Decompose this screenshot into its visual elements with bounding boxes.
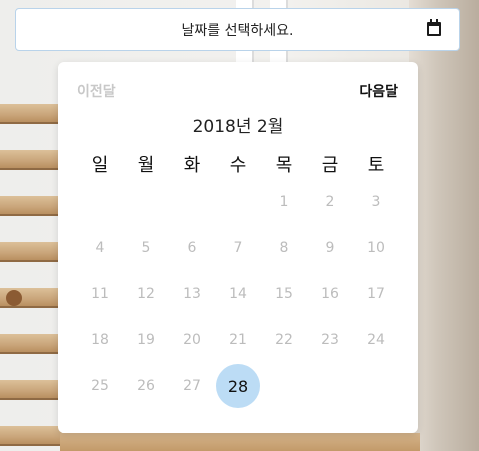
day-cell[interactable]: 20 bbox=[169, 317, 215, 363]
day-cell[interactable]: 17 bbox=[353, 271, 399, 317]
day-cell[interactable]: 12 bbox=[123, 271, 169, 317]
next-month-button[interactable]: 다음달 bbox=[359, 81, 398, 101]
day-number: 6 bbox=[187, 240, 197, 256]
day-cell[interactable]: 11 bbox=[77, 271, 123, 317]
weekday-label: 일 bbox=[91, 155, 109, 176]
day-number: 17 bbox=[367, 286, 385, 302]
day-cell[interactable]: 25 bbox=[77, 363, 123, 409]
day-number: 14 bbox=[229, 286, 247, 302]
day-cell[interactable]: 27 bbox=[169, 363, 215, 409]
day-cell[interactable]: 5 bbox=[123, 225, 169, 271]
day-number: 5 bbox=[141, 240, 151, 256]
day-number: 19 bbox=[137, 332, 155, 348]
day-number: 25 bbox=[91, 378, 109, 394]
day-cell[interactable]: 4 bbox=[77, 225, 123, 271]
calendar-popup: 이전달 다음달 2018년 2월 일월화수목금토 1 2 3 4 5 6 7 8 9 10 11 12… bbox=[58, 62, 418, 433]
day-number: 18 bbox=[91, 332, 109, 348]
weekday-header: 일월화수목금토 bbox=[77, 151, 399, 176]
day-number: 23 bbox=[321, 332, 339, 348]
day-cell-empty bbox=[123, 179, 169, 225]
day-number: 16 bbox=[321, 286, 339, 302]
day-cell[interactable]: 21 bbox=[215, 317, 261, 363]
date-input[interactable]: 날짜를 선택하세요. bbox=[15, 8, 460, 51]
day-cell[interactable]: 15 bbox=[261, 271, 307, 317]
day-number: 13 bbox=[183, 286, 201, 302]
day-number: 20 bbox=[183, 332, 201, 348]
weekday-label: 월 bbox=[137, 155, 155, 176]
day-number: 9 bbox=[325, 240, 335, 256]
day-number: 1 bbox=[279, 194, 289, 210]
day-number: 21 bbox=[229, 332, 247, 348]
day-number: 3 bbox=[371, 194, 381, 210]
day-number: 2 bbox=[325, 194, 335, 210]
day-cell-selected[interactable]: 28 bbox=[215, 363, 261, 409]
day-cell-empty bbox=[77, 179, 123, 225]
day-cell[interactable]: 14 bbox=[215, 271, 261, 317]
day-number: 10 bbox=[367, 240, 385, 256]
day-cell[interactable]: 13 bbox=[169, 271, 215, 317]
day-cell[interactable]: 2 bbox=[307, 179, 353, 225]
date-input-placeholder: 날짜를 선택하세요. bbox=[181, 22, 294, 39]
weekday-label: 수 bbox=[229, 155, 247, 176]
day-number: 26 bbox=[137, 378, 155, 394]
day-cell[interactable]: 7 bbox=[215, 225, 261, 271]
day-number: 7 bbox=[233, 240, 243, 256]
day-grid: 1 2 3 4 5 6 7 8 9 10 11 12 13 14 15 16 17 18 19 20 21 22 23 24 2… bbox=[77, 179, 399, 409]
day-cell-empty bbox=[215, 179, 261, 225]
day-cell[interactable]: 19 bbox=[123, 317, 169, 363]
day-number: 27 bbox=[183, 378, 201, 394]
weekday-label: 토 bbox=[367, 155, 385, 176]
day-number: 22 bbox=[275, 332, 293, 348]
day-cell[interactable]: 6 bbox=[169, 225, 215, 271]
day-number: 24 bbox=[367, 332, 385, 348]
calendar-icon[interactable] bbox=[427, 19, 441, 36]
day-cell[interactable]: 23 bbox=[307, 317, 353, 363]
day-cell[interactable]: 24 bbox=[353, 317, 399, 363]
weekday-label: 목 bbox=[275, 155, 293, 176]
day-number: 8 bbox=[279, 240, 289, 256]
day-number: 4 bbox=[95, 240, 105, 256]
day-cell[interactable]: 10 bbox=[353, 225, 399, 271]
day-cell[interactable]: 16 bbox=[307, 271, 353, 317]
day-cell[interactable]: 18 bbox=[77, 317, 123, 363]
day-number: 15 bbox=[275, 286, 293, 302]
weekday-label: 금 bbox=[321, 155, 339, 176]
day-number: 28 bbox=[216, 364, 260, 408]
day-number: 11 bbox=[91, 286, 109, 302]
day-number: 12 bbox=[137, 286, 155, 302]
day-cell[interactable]: 26 bbox=[123, 363, 169, 409]
day-cell[interactable]: 1 bbox=[261, 179, 307, 225]
day-cell[interactable]: 3 bbox=[353, 179, 399, 225]
weekday-label: 화 bbox=[183, 155, 201, 176]
month-title: 2018년 2월 bbox=[192, 117, 284, 137]
day-cell[interactable]: 8 bbox=[261, 225, 307, 271]
prev-month-button[interactable]: 이전달 bbox=[77, 81, 116, 101]
day-cell-empty bbox=[169, 179, 215, 225]
day-cell[interactable]: 9 bbox=[307, 225, 353, 271]
day-cell[interactable]: 22 bbox=[261, 317, 307, 363]
